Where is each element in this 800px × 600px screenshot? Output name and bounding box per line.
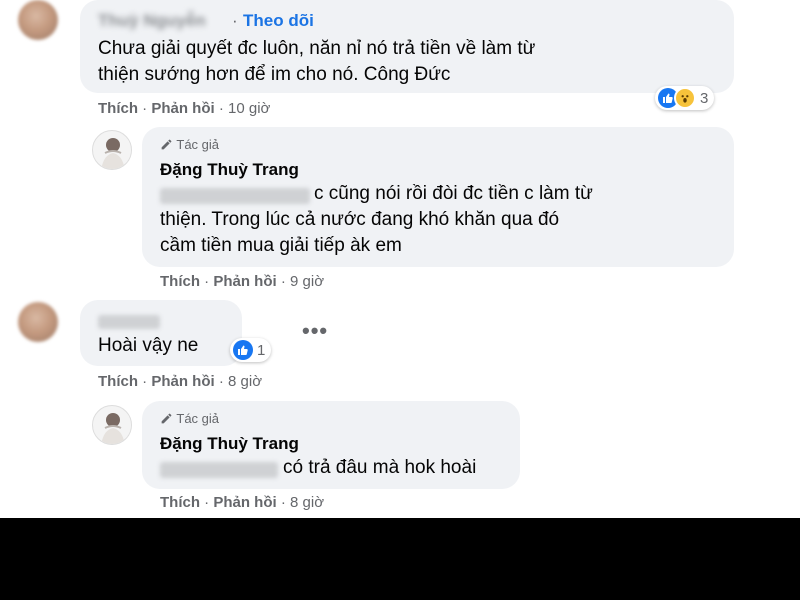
more-dots-icon[interactable]: ••• — [302, 318, 328, 344]
like-button[interactable]: Thích — [160, 494, 200, 511]
commenter-avatar[interactable] — [18, 0, 58, 40]
author-avatar[interactable] — [92, 130, 132, 170]
reaction-count: 3 — [700, 89, 709, 107]
thumbs-up-icon — [233, 340, 253, 360]
author-name[interactable]: Đặng Thuỳ Trang — [160, 434, 299, 454]
comment-timestamp[interactable]: 10 giờ — [228, 100, 270, 117]
reaction-summary[interactable]: 3 — [655, 86, 715, 110]
author-badge: Tác giả — [160, 411, 219, 426]
like-button[interactable]: Thích — [98, 100, 138, 117]
mention-redacted — [160, 187, 310, 205]
comment-text-line: thiện sướng hơn để im cho nó. Công Đức — [98, 64, 451, 85]
comment-timestamp[interactable]: 8 giờ — [290, 494, 324, 511]
reply-button[interactable]: Phản hồi — [151, 373, 214, 390]
like-button[interactable]: Thích — [98, 373, 138, 390]
comment-text: có trả đâu mà hok hoài — [283, 457, 477, 478]
commenter-name[interactable]: Thuỳ Nguyễn — [98, 11, 206, 31]
comment-actions: Thích · Phản hồi · 10 giờ — [98, 100, 271, 117]
author-name[interactable]: Đặng Thuỳ Trang — [160, 160, 299, 180]
reaction-count: 1 — [257, 341, 266, 359]
comment-actions: Thích · Phản hồi · 8 giờ — [98, 373, 263, 390]
reply-button[interactable]: Phản hồi — [213, 494, 276, 511]
author-avatar-image — [101, 413, 125, 444]
reply-button[interactable]: Phản hồi — [213, 273, 276, 290]
like-button[interactable]: Thích — [160, 273, 200, 290]
commenter-name-redacted[interactable] — [98, 313, 160, 331]
comment-timestamp[interactable]: 8 giờ — [228, 373, 262, 390]
pencil-icon — [160, 137, 176, 152]
comment-actions: Thích · Phản hồi · 9 giờ — [160, 273, 325, 290]
commenter-avatar[interactable] — [18, 302, 58, 342]
wow-face-icon — [674, 87, 696, 109]
comment-timestamp[interactable]: 9 giờ — [290, 273, 324, 290]
pencil-icon — [160, 411, 176, 426]
separator-dot: · — [232, 11, 238, 30]
follow-link[interactable]: Theo dõi — [243, 11, 314, 31]
comments-panel: Thuỳ Nguyễn · Theo dõi Chưa giải quyết đ… — [0, 0, 800, 518]
author-badge: Tác giả — [160, 137, 219, 152]
black-letterbox — [0, 518, 800, 600]
reply-button[interactable]: Phản hồi — [151, 100, 214, 117]
author-avatar[interactable] — [92, 405, 132, 445]
reaction-summary[interactable]: 1 — [230, 338, 272, 362]
comment-text: Hoài vậy ne — [98, 335, 199, 356]
comment-actions: Thích · Phản hồi · 8 giờ — [160, 494, 325, 511]
comment-text-line: cầm tiền mua giải tiếp àk em — [160, 235, 402, 256]
author-avatar-image — [101, 138, 125, 169]
mention-redacted — [160, 461, 278, 479]
